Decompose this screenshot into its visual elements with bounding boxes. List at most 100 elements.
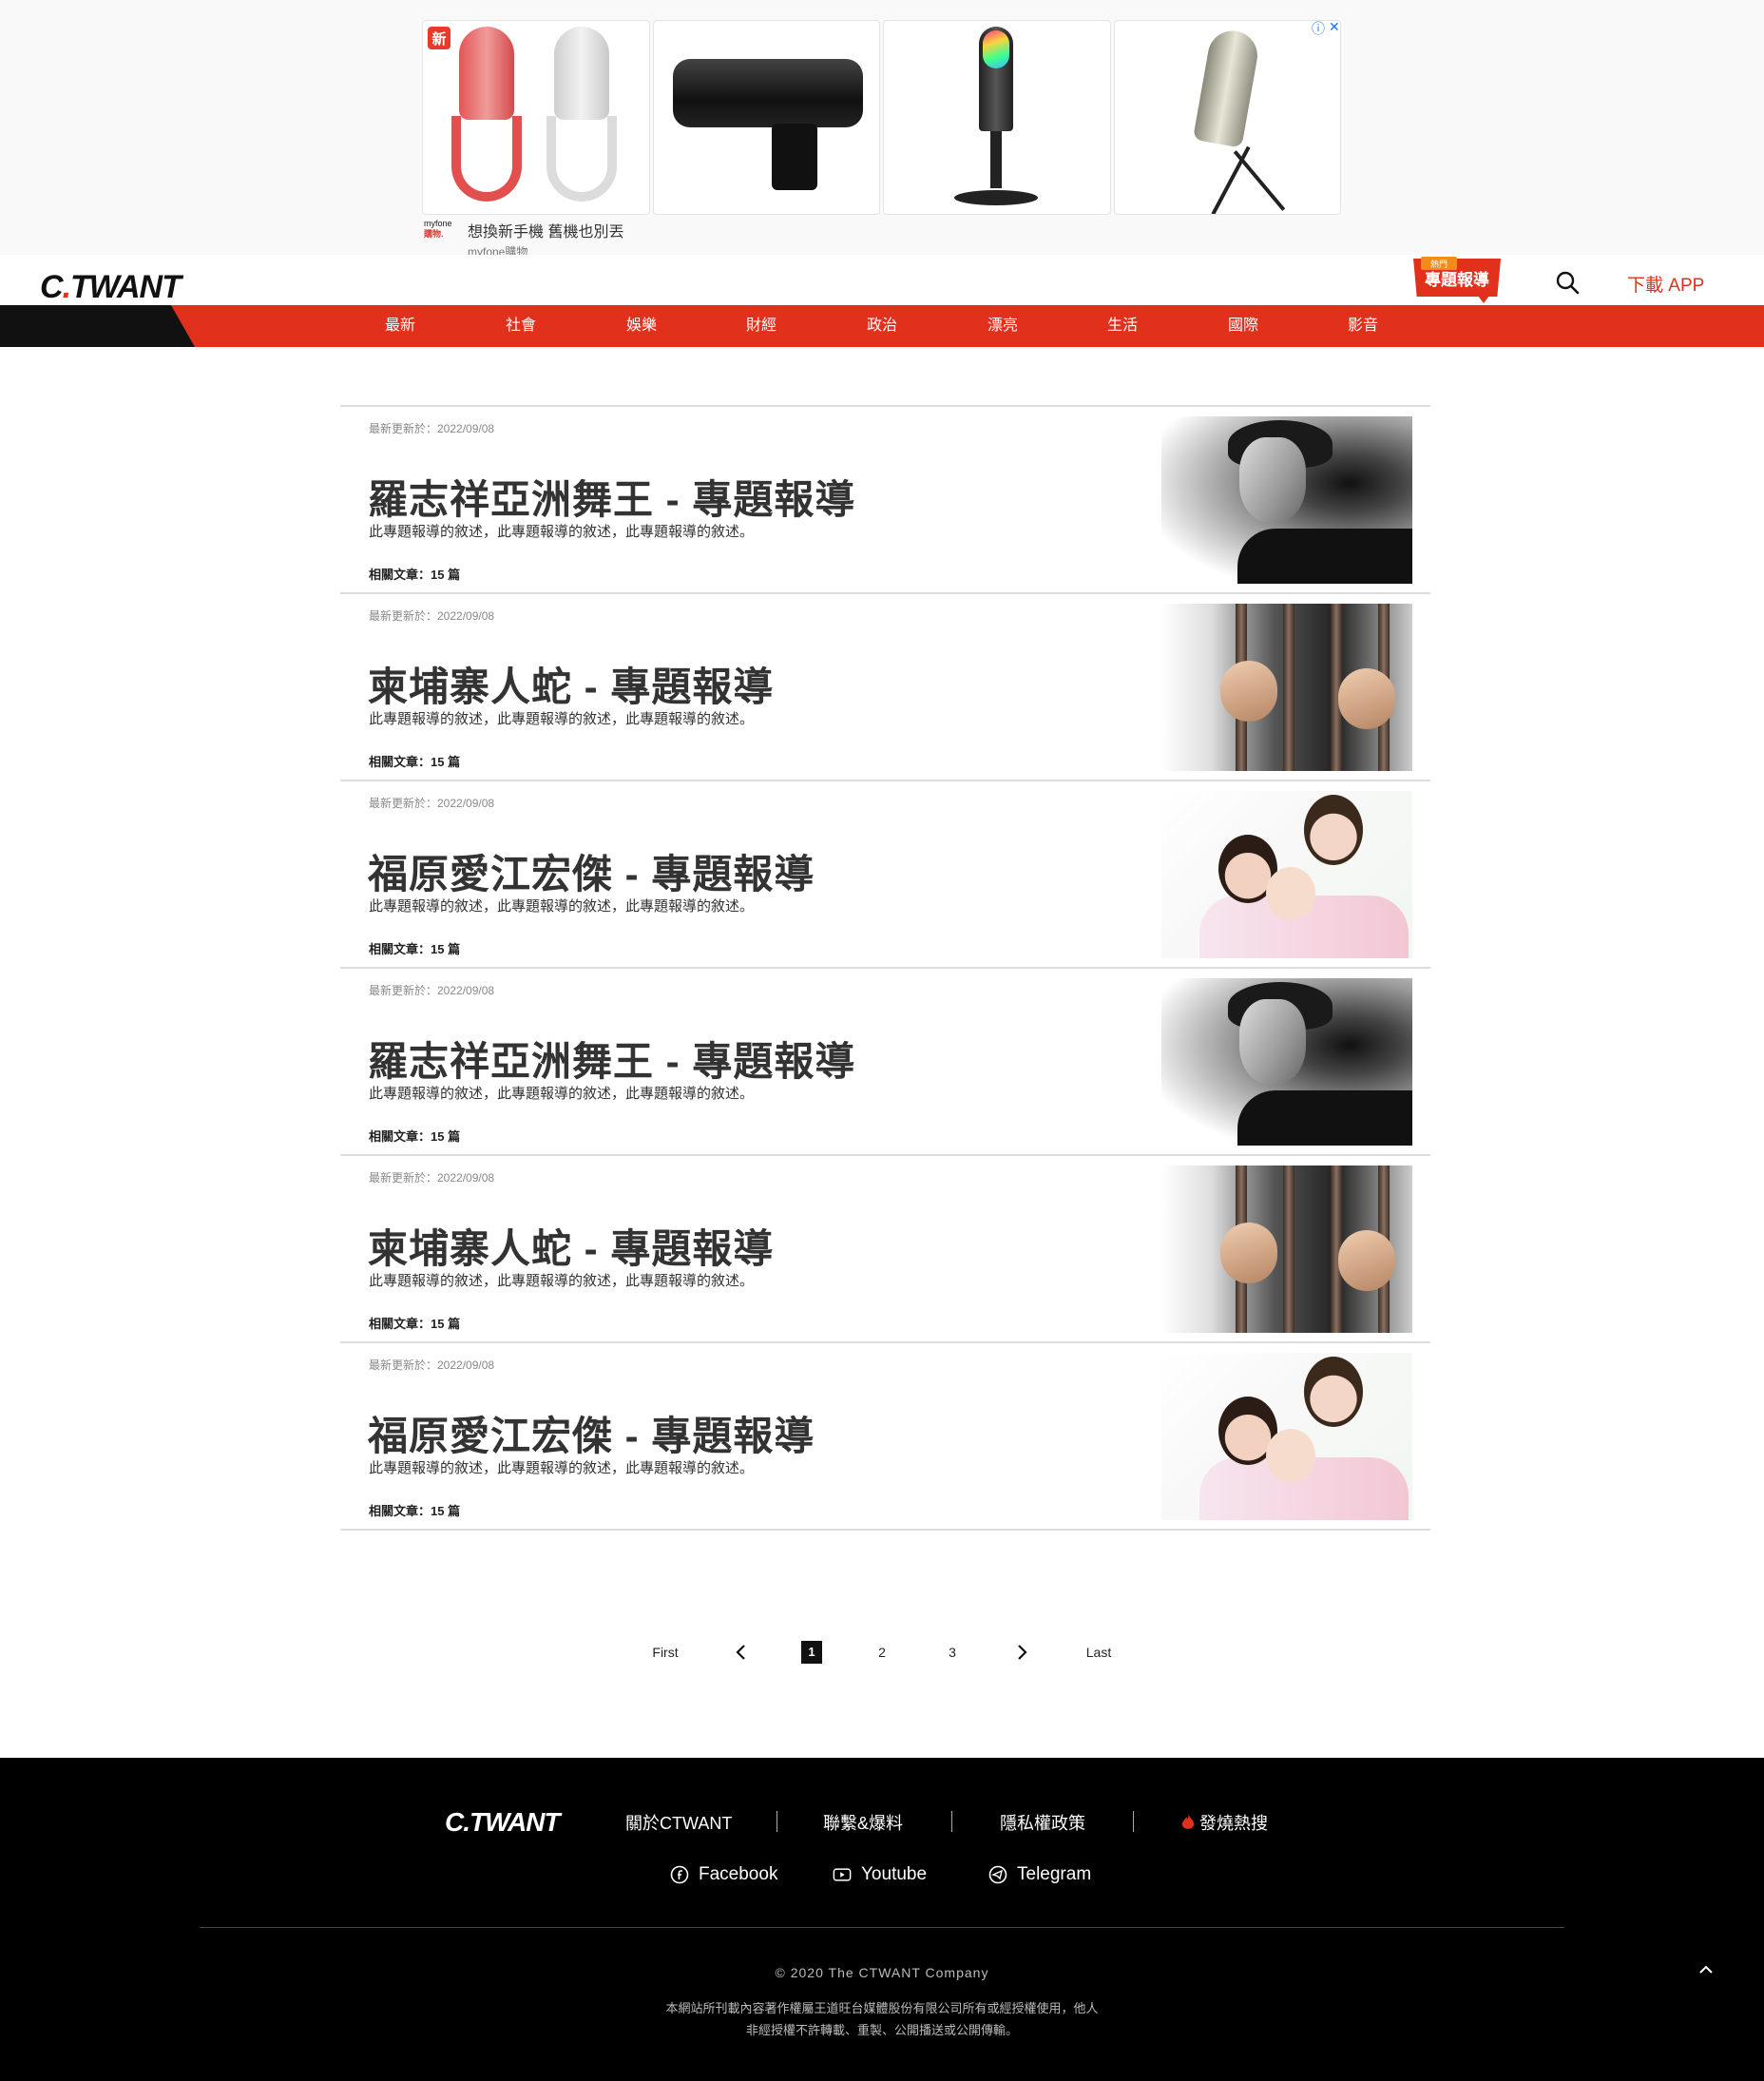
topic-thumbnail[interactable]: [1161, 791, 1412, 958]
topic-title[interactable]: 羅志祥亞洲舞王 - 專題報導: [368, 1030, 855, 1088]
chevron-right-icon[interactable]: [1013, 1640, 1030, 1665]
footer-separator: [1133, 1811, 1134, 1832]
advertiser-logo: myfone 購物.: [424, 219, 460, 240]
microphone-image: [1192, 27, 1261, 148]
ad-banner[interactable]: 新 ⓘ ✕ myfone 購物. 想換新手機 舊機也別丟 myfone購物: [0, 0, 1764, 259]
topic-article-count: 相關文章：15 篇: [369, 755, 461, 769]
footer-separator: [951, 1811, 952, 1832]
footer-link-hot-search-label: 發燒熱搜: [1199, 1814, 1268, 1833]
topic-updated-date: 最新更新於：2022/09/08: [369, 984, 495, 997]
pagination-page-current[interactable]: 1: [801, 1641, 822, 1664]
topic-thumbnail[interactable]: [1161, 1166, 1412, 1333]
ad-headline[interactable]: 想換新手機 舊機也別丟: [468, 219, 623, 241]
nav-item-entertainment[interactable]: 娛樂: [604, 305, 680, 347]
topic-title[interactable]: 羅志祥亞洲舞王 - 專題報導: [368, 468, 855, 526]
microphone-image: [554, 27, 609, 120]
topic-article-count: 相關文章：15 篇: [369, 942, 461, 956]
footer-notice-line2: 非經授權不許轉載、重製、公開播送或公開傳輸。: [745, 2023, 1018, 2037]
topic-thumbnail[interactable]: [1161, 416, 1412, 584]
topic-updated-date: 最新更新於：2022/09/08: [369, 797, 495, 810]
nav-item-video[interactable]: 影音: [1325, 305, 1401, 347]
topic-article-count: 相關文章：15 篇: [369, 1317, 461, 1331]
ad-product-carousel[interactable]: [422, 20, 1341, 215]
footer-link-hot-search[interactable]: 發燒熱搜: [1180, 1810, 1268, 1835]
fire-icon: [1181, 1814, 1195, 1829]
pagination-last[interactable]: Last: [1082, 1640, 1116, 1665]
topic-title[interactable]: 柬埔寨人蛇 - 專題報導: [368, 1217, 774, 1275]
youtube-icon: [833, 1868, 852, 1881]
microphone-image: [672, 59, 863, 127]
ad-choices[interactable]: ⓘ ✕: [1312, 19, 1340, 38]
topic-item[interactable]: 最新更新於：2022/09/08 柬埔寨人蛇 - 專題報導 此專題報導的敘述，此…: [340, 594, 1430, 781]
ad-product-card[interactable]: [1113, 20, 1341, 215]
topic-article-count: 相關文章：15 篇: [369, 1129, 461, 1144]
topic-thumbnail[interactable]: [1161, 1353, 1412, 1520]
topic-title[interactable]: 柬埔寨人蛇 - 專題報導: [368, 655, 774, 713]
topic-title[interactable]: 福原愛江宏傑 - 專題報導: [368, 842, 815, 900]
footer-social-youtube[interactable]: Youtube: [833, 1864, 927, 1885]
search-icon[interactable]: [1555, 270, 1580, 295]
topic-description: 此專題報導的敘述，此專題報導的敘述，此專題報導的敘述。: [369, 1086, 755, 1102]
topic-item[interactable]: 最新更新於：2022/09/08 羅志祥亞洲舞王 - 專題報導 此專題報導的敘述…: [340, 969, 1430, 1156]
topic-item[interactable]: 最新更新於：2022/09/08 羅志祥亞洲舞王 - 專題報導 此專題報導的敘述…: [340, 407, 1430, 594]
topic-updated-date: 最新更新於：2022/09/08: [369, 1358, 495, 1372]
nav-item-politics[interactable]: 政治: [844, 305, 920, 347]
nav-item-international[interactable]: 國際: [1205, 305, 1281, 347]
footer-social-facebook[interactable]: Facebook: [670, 1864, 777, 1885]
ad-product-card[interactable]: [422, 20, 650, 215]
microphone-stem: [990, 131, 1002, 188]
footer-link-privacy[interactable]: 隱私權政策: [1000, 1810, 1085, 1835]
facebook-label: Facebook: [699, 1864, 778, 1884]
topic-item[interactable]: 最新更新於：2022/09/08 福原愛江宏傑 - 專題報導 此專題報導的敘述，…: [340, 1343, 1430, 1531]
pagination-page[interactable]: 3: [942, 1640, 963, 1665]
info-icon[interactable]: ⓘ: [1312, 19, 1325, 38]
microphone-image: [459, 27, 514, 120]
chevron-up-icon[interactable]: [1696, 1959, 1716, 1980]
ad-text-block[interactable]: myfone 購物. 想換新手機 舊機也別丟 myfone購物: [424, 219, 623, 260]
logo-letter: C: [40, 269, 64, 305]
footer-social-telegram[interactable]: Telegram: [988, 1864, 1091, 1885]
logo-text: TWANT: [70, 269, 182, 305]
footer-link-contact[interactable]: 聯繫&爆料: [823, 1810, 903, 1835]
microphone-base: [954, 190, 1038, 205]
nav-item-finance[interactable]: 財經: [723, 305, 799, 347]
topic-updated-date: 最新更新於：2022/09/08: [369, 422, 495, 435]
topic-description: 此專題報導的敘述，此專題報導的敘述，此專題報導的敘述。: [369, 711, 755, 727]
download-app-link[interactable]: 下載 APP: [1627, 271, 1704, 297]
telegram-icon: [988, 1865, 1007, 1884]
footer-link-about[interactable]: 關於CTWANT: [625, 1810, 732, 1835]
topic-title[interactable]: 福原愛江宏傑 - 專題報導: [368, 1404, 815, 1462]
advertiser-logo-line1: myfone: [424, 219, 452, 228]
topic-article-count: 相關文章：15 篇: [369, 1504, 461, 1518]
topic-item[interactable]: 最新更新於：2022/09/08 柬埔寨人蛇 - 專題報導 此專題報導的敘述，此…: [340, 1156, 1430, 1343]
pagination-first[interactable]: First: [646, 1640, 684, 1665]
microphone-rgb-glow: [983, 30, 1009, 68]
site-footer: C.TWANT 關於CTWANT 聯繫&爆料 隱私權政策 發燒熱搜 Facebo…: [0, 1758, 1764, 2081]
nav-item-latest[interactable]: 最新: [362, 305, 438, 347]
site-logo[interactable]: C.TWANT: [40, 269, 182, 306]
close-icon[interactable]: ✕: [1329, 19, 1340, 38]
topic-updated-date: 最新更新於：2022/09/08: [369, 609, 495, 623]
microphone-mount-image: [771, 124, 817, 190]
footer-logo[interactable]: C.TWANT: [445, 1807, 561, 1838]
nav-item-life[interactable]: 生活: [1084, 305, 1160, 347]
nav-item-beauty[interactable]: 漂亮: [965, 305, 1041, 347]
nav-item-society[interactable]: 社會: [483, 305, 559, 347]
ad-product-card[interactable]: [883, 20, 1111, 215]
chevron-left-icon[interactable]: [733, 1640, 750, 1665]
topic-updated-date: 最新更新於：2022/09/08: [369, 1171, 495, 1185]
tripod-leg: [1210, 145, 1251, 214]
topic-thumbnail[interactable]: [1161, 978, 1412, 1146]
topic-item[interactable]: 最新更新於：2022/09/08 福原愛江宏傑 - 專題報導 此專題報導的敘述，…: [340, 781, 1430, 969]
footer-notice-line1: 本網站所刊載內容著作權屬王道旺台媒體股份有限公司所有或經授權使用，他人: [665, 2001, 1099, 2015]
topic-description: 此專題報導的敘述，此專題報導的敘述，此專題報導的敘述。: [369, 1460, 755, 1476]
topic-thumbnail[interactable]: [1161, 604, 1412, 771]
pagination: First 1 2 3 Last: [0, 1640, 1764, 1665]
topic-description: 此專題報導的敘述，此專題報導的敘述，此專題報導的敘述。: [369, 524, 755, 540]
pagination-page[interactable]: 2: [872, 1640, 892, 1665]
logo-dot: .: [62, 269, 72, 305]
tripod-leg: [1233, 150, 1285, 211]
ad-product-card[interactable]: [652, 20, 880, 215]
footer-divider: [200, 1927, 1564, 1928]
advertiser-logo-line2: 購物.: [424, 229, 444, 239]
